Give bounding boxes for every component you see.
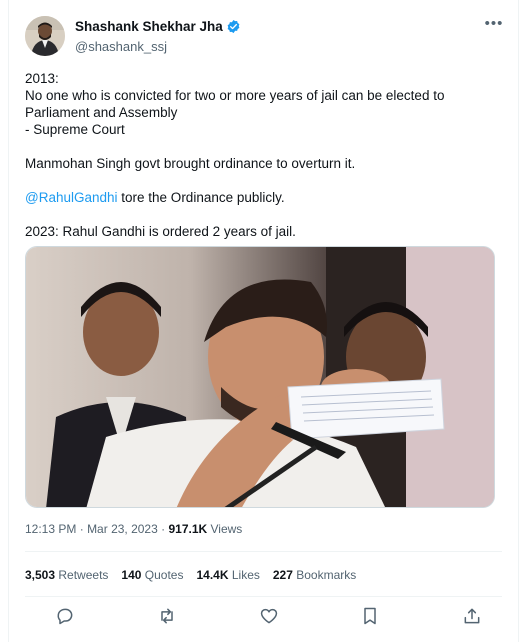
bookmarks-label: Bookmarks [296,568,357,582]
tweet-line: 2013: [25,71,59,86]
retweets-stat[interactable]: 3,503 Retweets [25,568,108,582]
tweet-line: 2023: Rahul Gandhi is ordered 2 years of… [25,224,296,239]
reply-icon[interactable] [55,606,75,626]
likes-label: Likes [231,568,260,582]
likes-count: 14.4K [196,568,229,582]
heart-icon[interactable] [259,606,279,626]
author-block: Shashank Shekhar Jha @shashank_ssj [75,18,241,54]
quotes-count: 140 [121,568,142,582]
action-bar [25,606,502,630]
tweet-date[interactable]: Mar 23, 2023 [87,522,158,536]
author-name-row[interactable]: Shashank Shekhar Jha [75,19,241,34]
more-icon[interactable]: ••• [482,16,506,36]
tweet-photo[interactable] [25,246,495,508]
author-display-name[interactable]: Shashank Shekhar Jha [75,19,223,34]
divider [25,551,502,552]
bookmarks-count: 227 [272,568,293,582]
likes-stat[interactable]: 14.4K Likes [196,568,259,582]
views-label: Views [210,522,243,536]
tweet-line: @RahulGandhi tore the Ordinance publicly… [25,189,495,206]
share-icon[interactable] [462,606,482,626]
tweet-line: No one who is convicted for two or more … [25,88,445,120]
tweet-meta: 12:13 PM · Mar 23, 2023 · 917.1K Views [25,522,242,536]
quotes-stat[interactable]: 140 Quotes [121,568,183,582]
mention-link[interactable]: @RahulGandhi [25,190,118,205]
views-count: 917.1K [168,522,208,536]
divider [25,596,502,597]
tweet-time[interactable]: 12:13 PM [25,522,76,536]
tweet-header: Shashank Shekhar Jha @shashank_ssj ••• [25,14,502,58]
quotes-label: Quotes [144,568,184,582]
verified-badge-icon[interactable] [226,19,241,34]
retweet-icon[interactable] [157,606,177,626]
bookmark-icon[interactable] [360,606,380,626]
tweet-text: 2013: No one who is convicted for two or… [25,70,495,240]
avatar[interactable] [25,16,65,56]
meta-separator: · [161,522,166,536]
tweet-line: Manmohan Singh govt brought ordinance to… [25,156,356,171]
author-handle[interactable]: @shashank_ssj [75,39,241,54]
retweets-label: Retweets [58,568,109,582]
tweet-card: Shashank Shekhar Jha @shashank_ssj ••• 2… [8,0,519,642]
retweets-count: 3,503 [25,568,56,582]
tweet-line: - Supreme Court [25,122,125,137]
tweet-line-text: tore the Ordinance publicly. [121,190,285,205]
meta-separator: · [79,522,84,536]
bookmarks-stat[interactable]: 227 Bookmarks [273,568,356,582]
engagement-stats: 3,503 Retweets 140 Quotes 14.4K Likes 22… [25,568,356,582]
